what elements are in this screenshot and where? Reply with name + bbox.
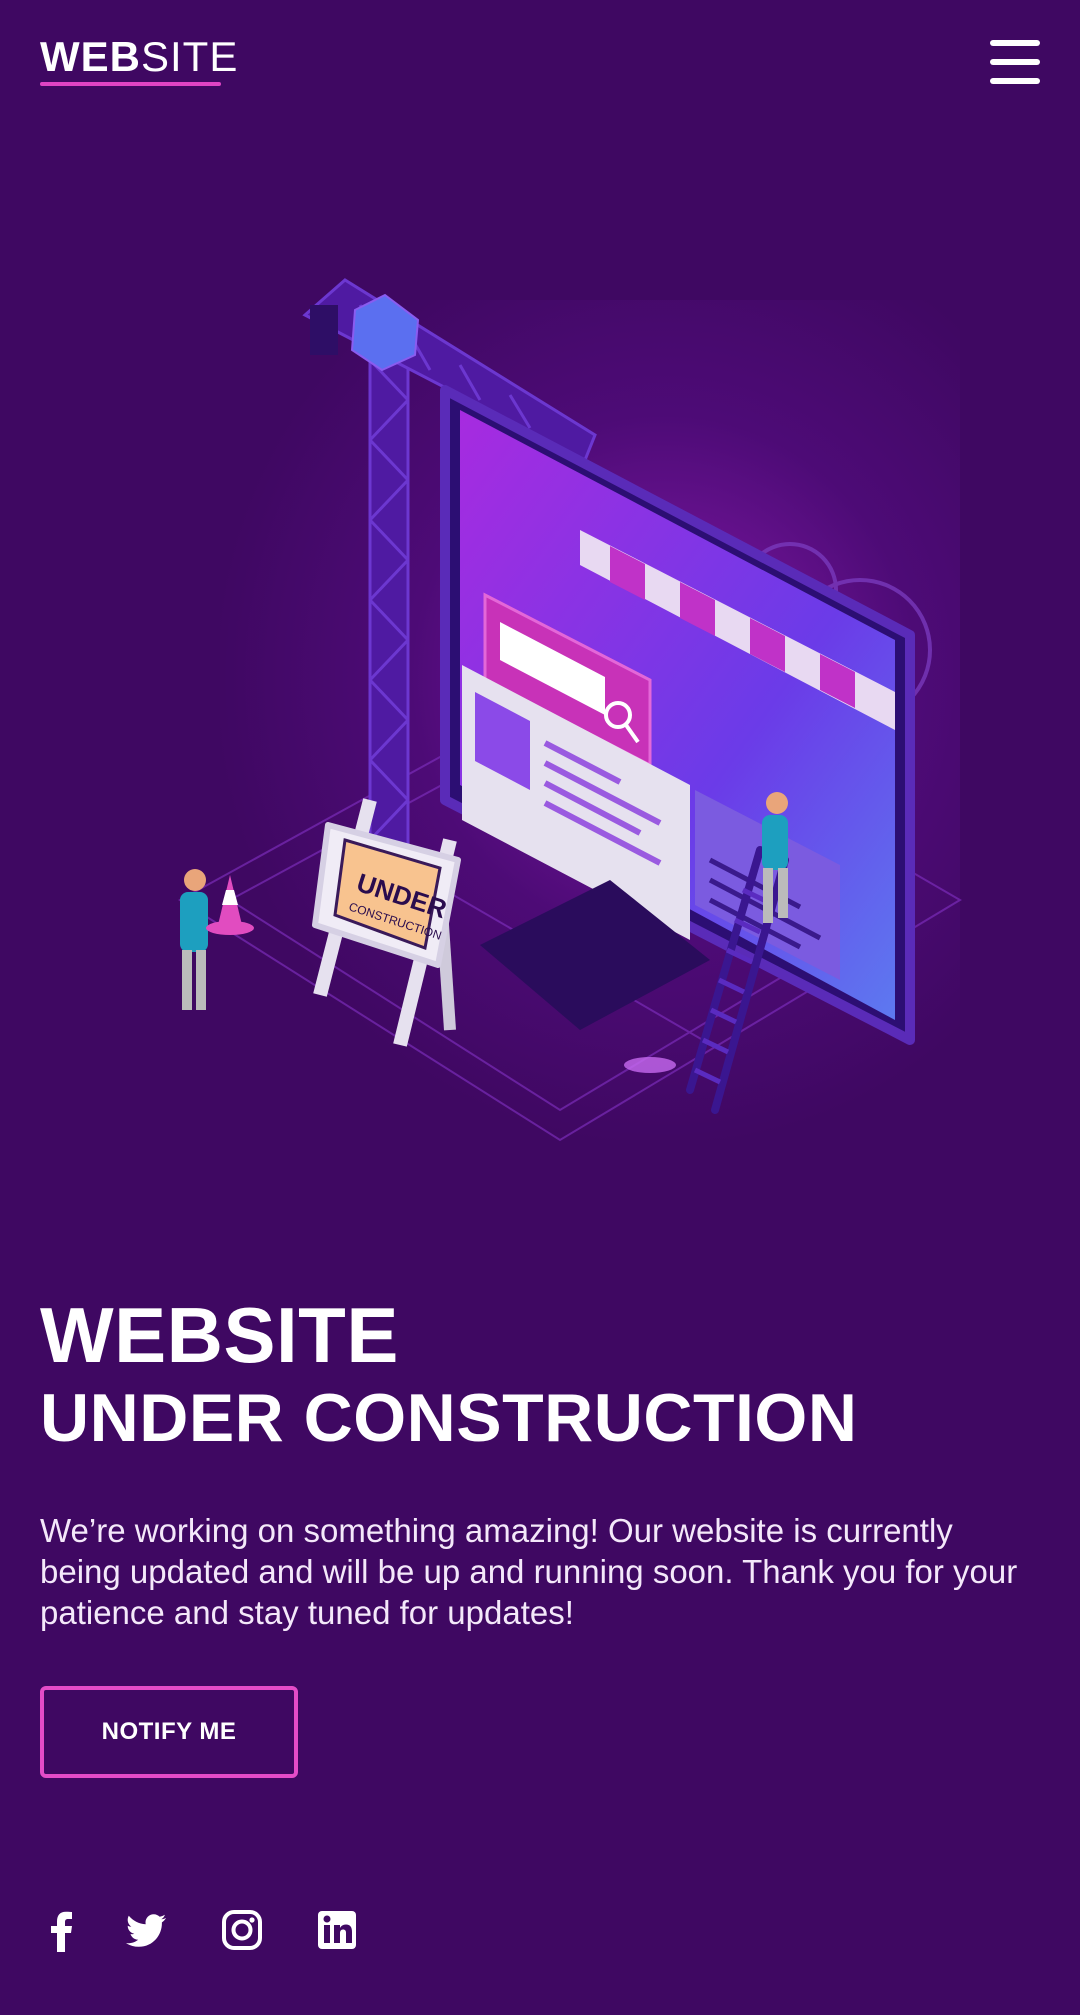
page-title-line1: WEBSITE [40, 1291, 399, 1379]
logo-light-text: SITE [141, 33, 239, 80]
hamburger-menu-icon[interactable] [990, 40, 1040, 84]
page-title-line2: UNDER CONSTRUCTION [40, 1380, 858, 1456]
twitter-icon[interactable] [124, 1908, 168, 1952]
instagram-icon[interactable] [220, 1908, 264, 1952]
linkedin-icon[interactable] [315, 1908, 359, 1952]
site-logo[interactable]: WEBSITE [40, 32, 238, 82]
description-text: We’re working on something amazing! Our … [40, 1512, 1018, 1631]
logo-underline [40, 82, 221, 86]
notify-me-button[interactable]: NOTIFY ME [40, 1686, 298, 1778]
facebook-icon[interactable] [40, 1908, 84, 1952]
hero-illustration: UNDER CONSTRUCTION [100, 260, 980, 1180]
logo-bold-text: WEB [40, 33, 141, 80]
